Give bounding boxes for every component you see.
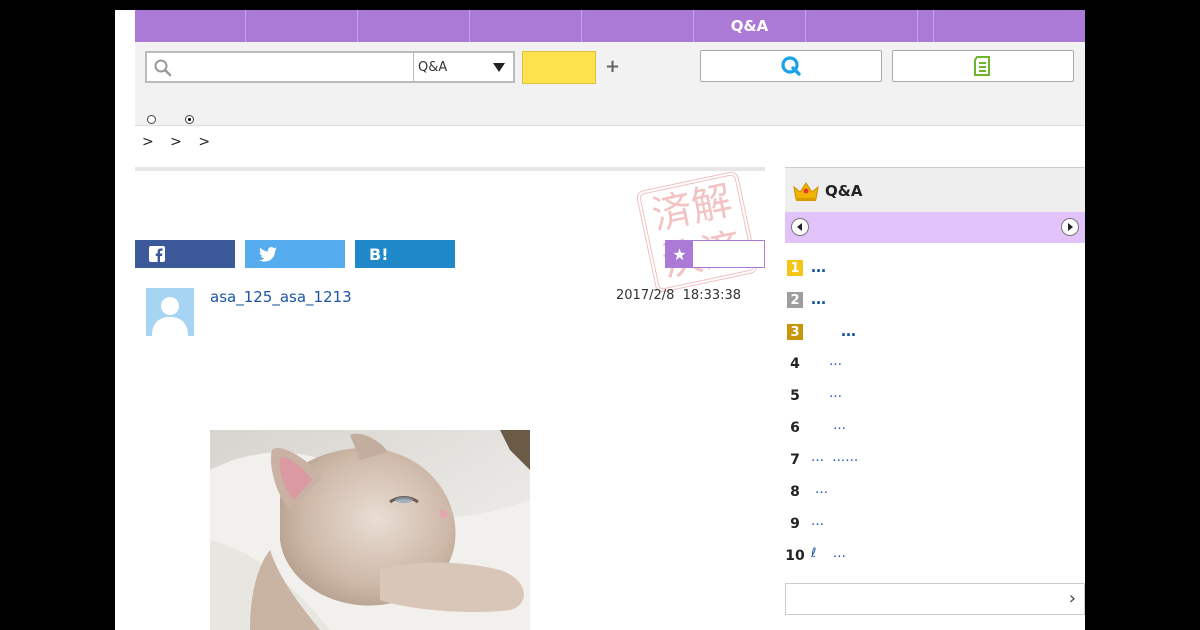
chevron-right-icon: › [1068,588,1076,609]
search-button[interactable] [522,51,596,84]
document-icon [974,56,990,76]
default-user-icon [146,288,194,336]
page: Q&A Q&A + > > > 済 解 B! ★ asa_125_asa_121… [115,10,1085,630]
rank-number: 3 [787,324,803,340]
more-ranking-button[interactable]: › [785,583,1085,615]
radio-option-2[interactable] [185,115,194,124]
ranking-question-link[interactable]: … [833,418,846,433]
twitter-icon [259,246,277,262]
ranking-question-link[interactable]: … [829,386,842,401]
ranking-item[interactable]: 9… [785,508,1085,540]
ask-question-button[interactable] [700,50,882,82]
search-box: Q&A [145,51,515,83]
facebook-icon [149,246,165,262]
nav-item[interactable] [582,10,694,42]
ranking-item[interactable]: 3… [785,316,1085,348]
hatena-bookmark-button[interactable]: B! [355,240,455,268]
ranking-question-link[interactable]: … [815,482,828,497]
ranking-item[interactable]: 6… [785,412,1085,444]
username-link[interactable]: asa_125_asa_1213 [210,288,352,306]
ranking-question-link[interactable]: … [829,354,842,369]
ranking-question-link[interactable]: ℓ … [811,546,846,561]
rank-number: 5 [790,388,800,404]
rank-number: 10 [785,548,805,564]
search-icon [154,59,172,77]
hatena-bookmark-label: B! [369,244,389,264]
ranking-item[interactable]: 1… [785,252,1085,284]
breadcrumb: > > > [142,134,217,150]
divider [135,167,765,171]
star-icon: ★ [666,241,693,267]
rank-number: 1 [787,260,803,276]
post-timestamp: 2017/2/8 18:33:38 [616,288,742,303]
plus-button[interactable]: + [605,56,620,77]
nav-item[interactable] [918,10,934,42]
ranking-question-link[interactable]: … [811,290,826,308]
nav-item[interactable] [806,10,918,42]
crown-icon [793,181,819,201]
search-input-wrap [147,53,414,81]
facebook-share-button[interactable] [135,240,235,268]
ranking-item[interactable]: 10 ℓ … [785,540,1085,572]
ranking-pager [785,212,1085,243]
answer-button[interactable] [892,50,1074,82]
scope-select-value: Q&A [418,59,448,75]
chevron-right-icon [1068,223,1073,231]
nav-item[interactable] [358,10,470,42]
search-input[interactable] [177,56,409,80]
ranking-header: Q&A [785,167,1085,213]
ranking-list: 1… 2… 3… 4… 5… 6… 7… …… 8… 9… 10 ℓ … [785,252,1085,572]
resolved-stamp: 済解決済 [635,170,759,294]
ranking-item[interactable]: 2… [785,284,1085,316]
ranking-question-link[interactable]: … [811,514,824,529]
nav-item-qa[interactable]: Q&A [694,10,806,42]
rank-number: 6 [790,420,800,436]
nav-item[interactable] [246,10,358,42]
search-bar: Q&A + [135,42,1085,126]
ranking-question-link[interactable]: … [841,322,856,340]
ranking-question-link[interactable]: … …… [811,450,858,465]
nav-item[interactable] [934,10,1085,42]
nav-item[interactable] [135,10,246,42]
chevron-left-icon [797,223,802,231]
favorite-button[interactable]: ★ [665,240,765,268]
rank-number: 7 [790,452,800,468]
ranking-item[interactable]: 5… [785,380,1085,412]
ranking-item[interactable]: 7 … …… [785,444,1085,476]
rank-number: 9 [790,516,800,532]
chevron-down-icon [493,62,505,72]
rank-number: 8 [790,484,800,500]
rank-number: 4 [790,356,800,372]
rank-number: 2 [787,292,803,308]
top-nav: Q&A [135,10,1085,42]
nav-item[interactable] [470,10,582,42]
ranking-question-link[interactable]: … [811,258,826,276]
scope-select[interactable]: Q&A [414,53,513,81]
twitter-share-button[interactable] [245,240,345,268]
q-icon [781,56,801,76]
prev-arrow-button[interactable] [791,218,809,236]
ranking-item[interactable]: 8… [785,476,1085,508]
avatar[interactable] [146,288,194,336]
ranking-title: Q&A [825,181,863,200]
radio-option-1[interactable] [147,115,156,124]
ranking-item[interactable]: 4… [785,348,1085,380]
kitten-photo [210,430,530,630]
next-arrow-button[interactable] [1061,218,1079,236]
